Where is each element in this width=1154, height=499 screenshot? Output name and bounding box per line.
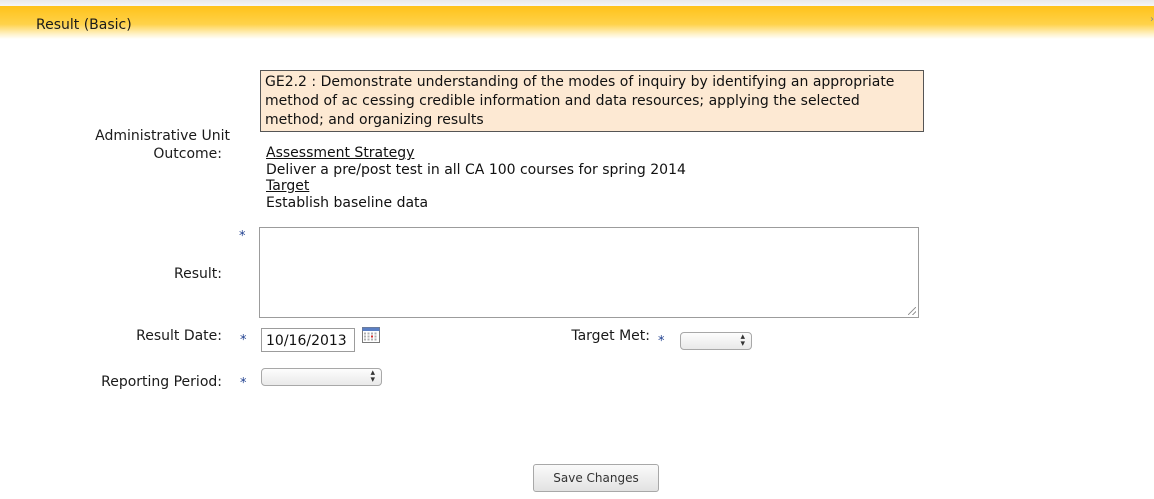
result-date-input[interactable]: 10/16/2013 [261,328,355,352]
resize-handle-icon[interactable] [908,307,916,315]
outcome-label-line2: Outcome: [153,146,222,162]
target-met-required-marker: * [658,334,665,349]
save-changes-button[interactable]: Save Changes [533,464,659,492]
outcome-label-line1: Administrative Unit [95,128,230,144]
corner-mark: › [1150,14,1154,25]
assessment-strategy-heading: Assessment Strategy [266,145,415,161]
reporting-period-label: Reporting Period: [101,374,222,390]
calendar-icon[interactable] [362,327,380,343]
section-title: Result (Basic) [36,17,132,33]
result-required-marker: * [239,229,246,244]
section-header: Result (Basic) › [0,6,1154,39]
target-met-select[interactable]: ▴ ▾ [680,332,752,350]
updown-arrows-icon: ▴ ▾ [370,368,375,385]
result-date-required-marker: * [240,333,247,348]
target-met-label: Target Met: [571,328,650,344]
assessment-strategy-text: Deliver a pre/post test in all CA 100 co… [266,161,686,178]
result-label: Result: [174,266,222,282]
reporting-period-required-marker: * [240,376,247,391]
assessment-details: Assessment Strategy Deliver a pre/post t… [266,145,686,211]
updown-arrows-icon: ▴ ▾ [740,332,745,349]
target-text: Establish baseline data [266,194,429,211]
outcome-text-box: GE2.2 : Demonstrate understanding of the… [260,70,924,132]
reporting-period-select[interactable]: ▴ ▾ [261,368,382,386]
result-textarea[interactable] [259,227,919,318]
result-date-label: Result Date: [136,328,222,344]
target-heading: Target [266,178,310,194]
